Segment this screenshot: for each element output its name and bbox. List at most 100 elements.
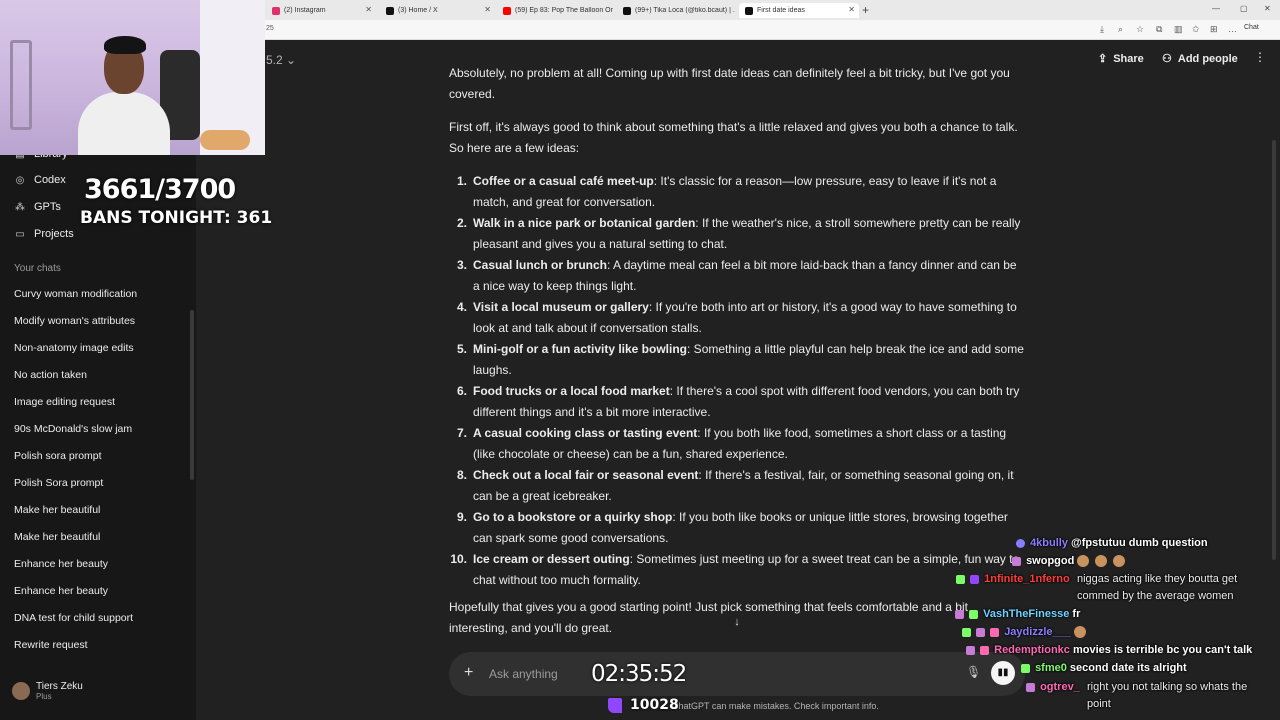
list-item: 3. Casual lunch or brunch: A daytime meal… xyxy=(449,255,1024,297)
user-name: Tiers Zeku xyxy=(36,681,83,692)
minimize-icon[interactable]: — xyxy=(1212,4,1220,13)
webcam-overlay xyxy=(0,0,265,155)
browser-tab[interactable]: (3) Home / X ✕ xyxy=(380,3,495,18)
voice-mode-button[interactable]: ▮▮ xyxy=(991,661,1015,685)
list-item: 4. Visit a local museum or gallery: If yo… xyxy=(449,297,1024,339)
list-item: 2. Walk in a nice park or botanical garde… xyxy=(449,213,1024,255)
instagram-icon xyxy=(272,6,280,15)
idea-title: Coffee or a casual café meet-up xyxy=(473,174,654,188)
idea-title: Go to a bookstore or a quirky shop xyxy=(473,510,673,524)
add-people-button[interactable]: ⚇ Add people xyxy=(1162,52,1238,66)
chat-history-item[interactable]: Enhance her beauty xyxy=(14,558,108,570)
chat-message: Redemptionkc movies is terrible bc you c… xyxy=(966,642,1252,659)
close-window-icon[interactable]: ✕ xyxy=(1264,4,1271,13)
close-icon[interactable]: ✕ xyxy=(484,5,491,14)
chat-history-item[interactable]: Curvy woman modification xyxy=(14,288,137,300)
chat-history-item[interactable]: Rewrite request xyxy=(14,639,88,651)
chat-history-item[interactable]: Polish Sora prompt xyxy=(14,477,103,489)
browser-tab[interactable]: (2) Instagram ✕ xyxy=(266,3,376,18)
chat-history-item[interactable]: Make her beautiful xyxy=(14,504,100,516)
favorites-icon[interactable]: ✩ xyxy=(1192,24,1200,35)
badge-icon xyxy=(955,609,964,619)
badge-icon xyxy=(966,645,975,655)
chat-username: 4kbully xyxy=(1030,537,1068,549)
browser-tab-active[interactable]: First date ideas ✕ xyxy=(739,3,859,18)
list-item: 5. Mini-golf or a fun activity like bowli… xyxy=(449,339,1024,381)
badge-icon xyxy=(962,627,971,637)
main-scrollbar[interactable] xyxy=(1272,140,1276,560)
idea-title: Casual lunch or brunch xyxy=(473,258,608,272)
list-item: 10. Ice cream or dessert outing: Sometime… xyxy=(449,549,1024,591)
chat-history-item[interactable]: Polish sora prompt xyxy=(14,450,102,462)
sidebar-item-gpts[interactable]: ⁂ GPTs xyxy=(14,201,61,213)
prompt-input[interactable]: Ask anything xyxy=(489,667,558,681)
chat-username: swopgod xyxy=(1026,555,1075,567)
badge-icon xyxy=(980,645,990,655)
badge-icon xyxy=(1012,556,1021,566)
chat-history-item[interactable]: No action taken xyxy=(14,369,87,381)
browser-tab[interactable]: (99+) Tika Loca (@tiko.bcaut) | ... xyxy=(617,3,735,18)
microphone-icon[interactable]: 🎙 xyxy=(966,665,981,679)
list-number: 1. xyxy=(456,174,467,188)
list-number: 2. xyxy=(456,216,467,230)
list-number: 8. xyxy=(456,468,467,482)
tab-title: (59) Ep 83: Pop The Balloon Or Fi... xyxy=(515,7,615,14)
model-selector[interactable]: 5.2 ⌄ xyxy=(266,53,296,67)
response-lead: First off, it's always good to think abo… xyxy=(449,120,1018,155)
list-number: 4. xyxy=(456,300,467,314)
list-number: 7. xyxy=(456,426,467,440)
tab-title: First date ideas xyxy=(757,7,805,14)
stream-timer: 02:35:52 xyxy=(591,661,687,687)
model-name: 5.2 xyxy=(266,53,283,67)
copilot-chat-button[interactable]: Chat xyxy=(1244,24,1259,31)
share-button[interactable]: ⇪ Share xyxy=(1098,52,1144,66)
more-options-icon[interactable]: ⋮ xyxy=(1254,50,1266,64)
badge-icon xyxy=(956,574,965,584)
webcam-shelf xyxy=(10,40,32,130)
idea-title: Ice cream or dessert outing xyxy=(473,552,630,566)
browser-tab[interactable]: (59) Ep 83: Pop The Balloon Or Fi... xyxy=(497,3,615,18)
sidebar-item-codex[interactable]: ◎ Codex xyxy=(14,174,66,186)
list-number: 6. xyxy=(456,384,467,398)
new-tab-button[interactable]: + xyxy=(862,3,869,17)
chat-message-text: right you not talking so whats the point xyxy=(1087,681,1248,710)
scroll-down-icon[interactable]: ↓ xyxy=(729,614,745,630)
list-item: 1. Coffee or a casual café meet-up: It's … xyxy=(449,171,1024,213)
viewer-counter: 10028 xyxy=(608,697,679,713)
url-field[interactable]: 25 xyxy=(266,25,274,32)
webcam-person-body xyxy=(78,92,170,155)
x-icon xyxy=(386,6,394,15)
sidebar-icon[interactable]: ▥ xyxy=(1174,24,1183,35)
sidebar-item-label: Codex xyxy=(34,174,66,186)
chat-message: 4kbully @fpstutuu dumb question xyxy=(1016,535,1208,552)
star-icon[interactable]: ☆ xyxy=(1136,24,1144,35)
chat-history-item[interactable]: DNA test for child support xyxy=(14,612,133,624)
idea-title: Food trucks or a local food market xyxy=(473,384,670,398)
chat-history-item[interactable]: Modify woman's attributes xyxy=(14,315,135,327)
download-icon[interactable]: ⤓ xyxy=(1100,24,1104,35)
chat-history-item[interactable]: Enhance her beauty xyxy=(14,585,108,597)
chat-username: 1nfinite_1nferno xyxy=(984,573,1070,585)
chat-history-item[interactable]: Image editing request xyxy=(14,396,115,408)
sidebar-scrollbar[interactable] xyxy=(190,310,194,480)
more-icon[interactable]: … xyxy=(1228,24,1237,34)
bans-tonight: BANS TONIGHT: 361 xyxy=(80,208,273,228)
chat-history-item[interactable]: 90s McDonald's slow jam xyxy=(14,423,132,435)
chat-username: Jaydizzle___ xyxy=(1004,626,1071,638)
close-icon[interactable]: ✕ xyxy=(365,5,372,14)
chat-history-item[interactable]: Make her beautiful xyxy=(14,531,100,543)
sidebar-item-projects[interactable]: ▭ Projects xyxy=(14,228,73,240)
chat-history-item[interactable]: Non-anatomy image edits xyxy=(14,342,134,354)
badge-icon xyxy=(1021,663,1030,673)
user-menu[interactable]: Tiers Zeku Plus xyxy=(12,681,83,701)
attach-plus-icon[interactable]: + xyxy=(464,664,473,682)
maximize-icon[interactable]: ▢ xyxy=(1240,4,1248,13)
zoom-icon[interactable]: ⌕ xyxy=(1118,24,1123,35)
list-item: 6. Food trucks or a local food market: If… xyxy=(449,381,1024,423)
chat-message: 1nfinite_1nferno xyxy=(956,571,1070,588)
avatar xyxy=(12,682,30,700)
close-icon[interactable]: ✕ xyxy=(848,5,855,14)
collections-icon[interactable]: ⊞ xyxy=(1210,24,1218,35)
idea-title: Walk in a nice park or botanical garden xyxy=(473,216,696,230)
extensions-icon[interactable]: ⧉ xyxy=(1156,24,1162,35)
